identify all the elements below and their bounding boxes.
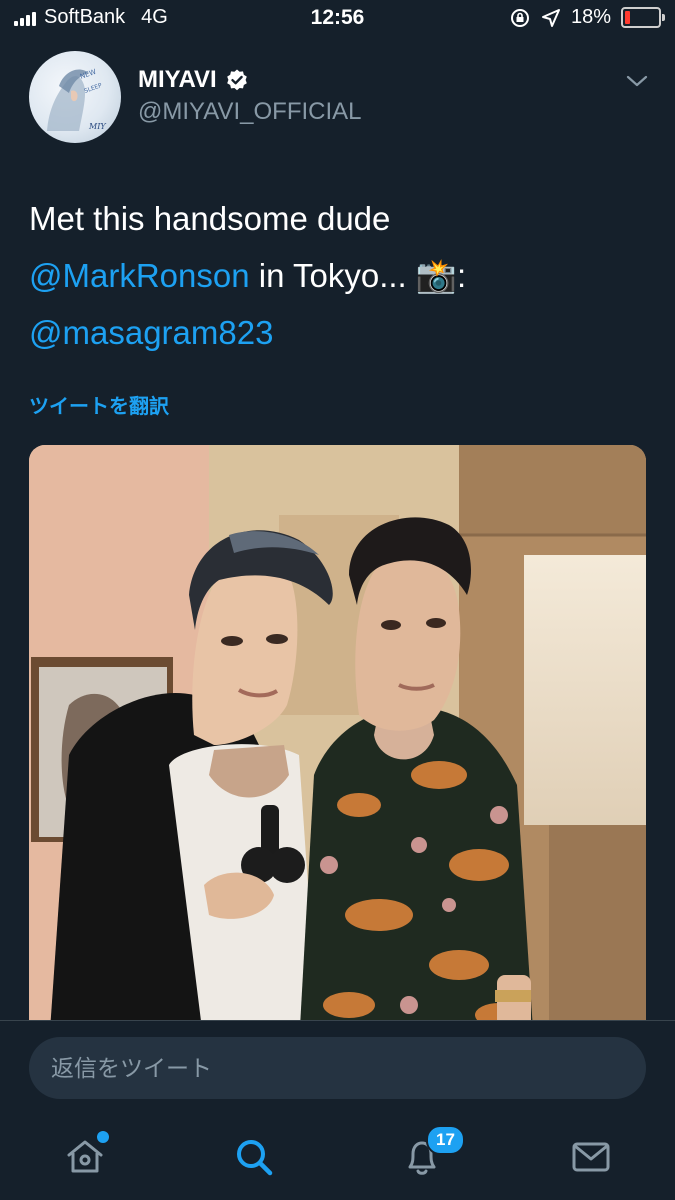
author-handle[interactable]: @MIYAVI_OFFICIAL bbox=[138, 98, 362, 126]
tweet-text-line-2: @MarkRonson in Tokyo... 📸: bbox=[29, 247, 649, 304]
location-arrow-icon bbox=[541, 8, 560, 27]
avatar[interactable]: NEW SLEEP MIY bbox=[29, 51, 121, 143]
home-new-dot bbox=[97, 1131, 109, 1143]
translate-tweet-link[interactable]: ツイートを翻訳 bbox=[29, 390, 169, 419]
battery-percent: 18% bbox=[570, 6, 611, 28]
lock-rotation-icon bbox=[510, 8, 529, 27]
tweet-text-line-1: Met this handsome dude bbox=[29, 200, 391, 237]
tweet-photo[interactable] bbox=[29, 445, 646, 1045]
chevron-down-icon[interactable] bbox=[625, 72, 649, 90]
reply-box[interactable] bbox=[29, 1037, 646, 1099]
svg-text:NEW: NEW bbox=[79, 68, 97, 81]
status-bar: SoftBank 4G 12:56 18% bbox=[0, 0, 675, 38]
tab-home[interactable] bbox=[63, 1131, 109, 1179]
tweet-text: Met this handsome dude @MarkRonson in To… bbox=[29, 190, 649, 361]
twitter-tweet-screen: SoftBank 4G 12:56 18% NEW SLEEP MIY MIYA… bbox=[0, 0, 675, 1200]
mention-masagram823[interactable]: @masagram823 bbox=[29, 314, 273, 351]
verified-badge-icon bbox=[226, 69, 247, 91]
tweet-text-line-2-rest: in Tokyo... 📸: bbox=[249, 257, 467, 294]
tweet-text-line-3: @masagram823 bbox=[29, 304, 649, 361]
battery-icon bbox=[621, 7, 665, 28]
tab-notifications[interactable]: 17 bbox=[400, 1125, 465, 1179]
notification-count-badge: 17 bbox=[426, 1125, 465, 1155]
mention-markronson[interactable]: @MarkRonson bbox=[29, 257, 250, 294]
bottom-bar: 17 bbox=[0, 1020, 675, 1200]
reply-input[interactable] bbox=[29, 1053, 613, 1083]
author-display-name[interactable]: MIYAVI bbox=[138, 66, 217, 94]
search-icon bbox=[237, 1140, 273, 1176]
tab-search[interactable] bbox=[232, 1135, 276, 1179]
tab-messages[interactable] bbox=[569, 1135, 613, 1179]
tab-bar: 17 bbox=[0, 1121, 675, 1191]
messages-icon bbox=[572, 1142, 610, 1172]
author-name[interactable]: MIYAVI bbox=[138, 66, 249, 94]
svg-text:SLEEP: SLEEP bbox=[83, 82, 103, 95]
svg-text:MIY: MIY bbox=[88, 122, 106, 131]
